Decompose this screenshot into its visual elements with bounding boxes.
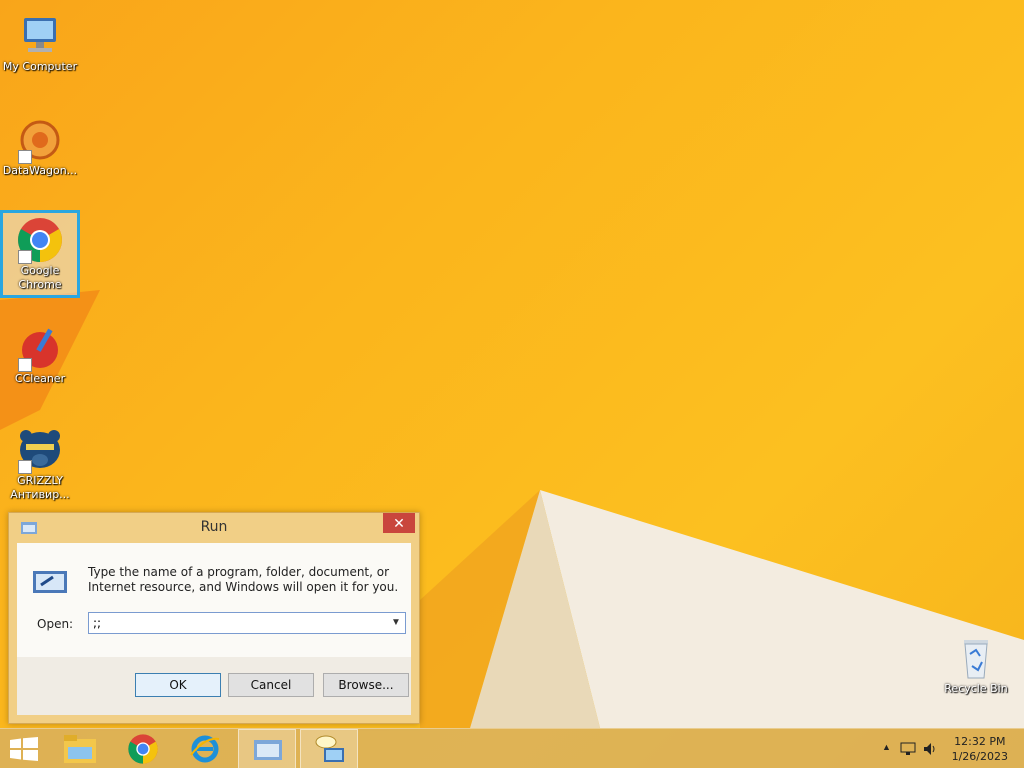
ie-icon <box>189 733 221 768</box>
desktop-icon-label: CCleaner <box>14 372 66 385</box>
open-label: Open: <box>37 617 74 631</box>
network-icon[interactable] <box>900 741 916 762</box>
clock-date: 1/26/2023 <box>951 750 1008 763</box>
run-description: Type the name of a program, folder, docu… <box>88 565 399 594</box>
show-hidden-icons-button[interactable]: ▲ <box>882 742 891 752</box>
open-combobox[interactable]: ▼ <box>88 612 406 634</box>
desktop-icon-recycle-bin[interactable]: Recycle Bin <box>936 628 1016 696</box>
cancel-button[interactable]: Cancel <box>228 673 314 697</box>
internet-explorer-button[interactable] <box>176 729 234 768</box>
shortcut-arrow-icon <box>18 358 32 372</box>
volume-icon[interactable] <box>922 741 938 762</box>
shortcut-arrow-icon <box>18 150 32 164</box>
system-tray: ▲ 12:32 PM 1/26/2023 <box>864 729 1024 768</box>
windows-logo-icon <box>10 737 38 766</box>
ok-button[interactable]: OK <box>135 673 221 697</box>
grizzly-bear-icon <box>16 426 64 474</box>
desktop: My Computer DataWagon... Google Chrome C… <box>0 0 1024 768</box>
taskbar: ▲ 12:32 PM 1/26/2023 <box>0 728 1024 768</box>
run-dialog: Run ✕ Type the name of a program, folder… <box>8 512 420 724</box>
clock[interactable]: 12:32 PM 1/26/2023 <box>952 734 1008 764</box>
run-program-icon <box>33 565 69 600</box>
datawagon-icon <box>16 116 64 164</box>
start-button[interactable] <box>0 729 58 768</box>
run-icon <box>254 740 282 765</box>
folder-icon <box>64 735 96 768</box>
desktop-icon-grizzly[interactable]: GRIZZLY Антивир... <box>0 420 80 502</box>
shortcut-arrow-icon <box>18 460 32 474</box>
chrome-taskbar-button[interactable] <box>114 729 172 768</box>
desktop-icon-label: Google Chrome <box>18 264 62 291</box>
desktop-icon-ccleaner[interactable]: CCleaner <box>0 318 80 386</box>
help-tool-taskbar-button[interactable] <box>300 729 358 768</box>
desktop-icon-google-chrome[interactable]: Google Chrome <box>0 210 80 298</box>
file-explorer-button[interactable] <box>52 729 110 768</box>
run-window-taskbar-button[interactable] <box>238 729 296 768</box>
help-computer-icon <box>314 734 346 768</box>
clock-time: 12:32 PM <box>954 735 1006 748</box>
ccleaner-icon <box>16 324 64 372</box>
browse-button[interactable]: Browse... <box>323 673 409 697</box>
computer-icon <box>16 12 64 60</box>
desktop-icon-label: Recycle Bin <box>944 682 1008 695</box>
desktop-icon-label: DataWagon... <box>2 164 78 177</box>
shortcut-arrow-icon <box>18 250 32 264</box>
recycle-bin-icon <box>952 634 1000 682</box>
chevron-down-icon[interactable]: ▼ <box>390 615 402 631</box>
run-title-bar[interactable]: Run ✕ <box>9 513 419 541</box>
desktop-icon-my-computer[interactable]: My Computer <box>0 6 80 74</box>
chrome-icon <box>16 216 64 264</box>
run-client-area: Type the name of a program, folder, docu… <box>17 543 411 715</box>
chrome-icon <box>127 733 159 768</box>
run-title: Run <box>200 519 228 535</box>
desktop-icon-label: My Computer <box>2 60 78 73</box>
desktop-icon-label: GRIZZLY Антивир... <box>10 474 70 501</box>
desktop-icon-datawagon[interactable]: DataWagon... <box>0 110 80 178</box>
open-input[interactable] <box>89 613 393 633</box>
close-button[interactable]: ✕ <box>383 513 415 533</box>
